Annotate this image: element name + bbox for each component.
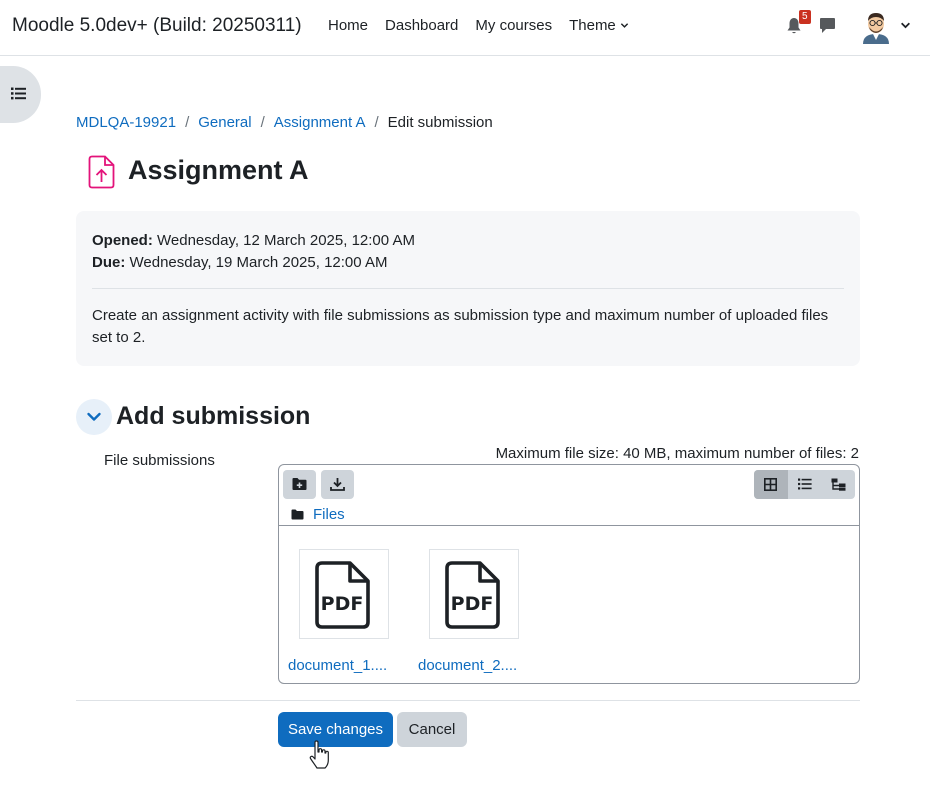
page-title: Assignment A xyxy=(128,155,309,185)
due-label: Due: xyxy=(92,254,126,271)
list-icon xyxy=(11,87,26,100)
divider xyxy=(76,700,860,701)
top-navbar: Moodle 5.0dev+ (Build: 20250311) Home Da… xyxy=(0,0,930,56)
download-all-button[interactable] xyxy=(321,470,354,499)
file-name[interactable]: document_1.... xyxy=(288,657,400,674)
nav-dashboard[interactable]: Dashboard xyxy=(385,17,458,34)
due-date: Due: Wednesday, 19 March 2025, 12:00 AM xyxy=(92,252,415,274)
add-file-button[interactable] xyxy=(283,470,316,499)
file-thumbnail[interactable]: PDF xyxy=(299,549,389,639)
avatar[interactable] xyxy=(861,10,891,44)
view-details-button[interactable] xyxy=(788,470,822,499)
breadcrumb-separator: / xyxy=(374,114,379,131)
view-tree-button[interactable] xyxy=(821,470,855,499)
nav-theme[interactable]: Theme xyxy=(569,17,629,34)
file-item[interactable]: PDF document_2.... xyxy=(418,549,519,674)
path-files-link[interactable]: Files xyxy=(313,506,345,523)
file-item[interactable]: PDF document_1.... xyxy=(288,549,389,674)
divider xyxy=(279,525,859,526)
folder-add-icon xyxy=(292,478,307,490)
grid-icon xyxy=(764,478,777,491)
notification-count-badge: 5 xyxy=(799,10,811,24)
course-index-toggle[interactable] xyxy=(0,66,41,123)
breadcrumb-section[interactable]: General xyxy=(198,114,251,131)
nav-my-courses[interactable]: My courses xyxy=(475,17,552,34)
folder-tree-icon xyxy=(831,478,846,491)
breadcrumb-course[interactable]: MDLQA-19921 xyxy=(76,114,176,131)
file-limits-text: Maximum file size: 40 MB, maximum number… xyxy=(495,445,859,462)
chevron-down-icon xyxy=(87,412,101,421)
pdf-file-icon: PDF xyxy=(315,561,370,629)
chat-icon[interactable] xyxy=(819,17,836,34)
activity-information: Opened: Wednesday, 12 March 2025, 12:00 … xyxy=(76,211,860,366)
save-changes-button[interactable]: Save changes xyxy=(278,712,393,747)
breadcrumb: MDLQA-19921 / General / Assignment A / E… xyxy=(76,114,493,131)
file-manager: Files PDF document_1.... PDF document_2.… xyxy=(278,464,860,684)
nav-home[interactable]: Home xyxy=(328,17,368,34)
section-collapse-button[interactable] xyxy=(76,399,112,435)
opened-label: Opened: xyxy=(92,232,153,249)
view-icons-button[interactable] xyxy=(754,470,788,499)
nav-theme-label: Theme xyxy=(569,17,616,34)
activity-dates: Opened: Wednesday, 12 March 2025, 12:00 … xyxy=(92,230,415,274)
pdf-file-icon: PDF xyxy=(445,561,500,629)
file-submissions-label: File submissions xyxy=(104,452,215,469)
file-path: Files xyxy=(291,506,345,523)
assignment-upload-icon xyxy=(88,155,115,189)
breadcrumb-separator: / xyxy=(260,114,265,131)
view-mode-toggle xyxy=(754,470,855,499)
cancel-button[interactable]: Cancel xyxy=(397,712,467,747)
pdf-label: PDF xyxy=(451,593,494,615)
breadcrumb-separator: / xyxy=(185,114,190,131)
breadcrumb-activity[interactable]: Assignment A xyxy=(274,114,366,131)
due-value: Wednesday, 19 March 2025, 12:00 AM xyxy=(129,254,388,271)
primary-navigation: Home Dashboard My courses Theme xyxy=(328,17,646,34)
breadcrumb-current: Edit submission xyxy=(387,114,493,131)
site-name[interactable]: Moodle 5.0dev+ (Build: 20250311) xyxy=(12,15,302,37)
chevron-down-icon[interactable] xyxy=(900,20,911,31)
download-icon xyxy=(330,478,345,491)
opened-date: Opened: Wednesday, 12 March 2025, 12:00 … xyxy=(92,230,415,252)
file-name[interactable]: document_2.... xyxy=(418,657,530,674)
divider xyxy=(92,288,844,289)
hand-cursor-icon xyxy=(309,740,329,769)
activity-description: Create an assignment activity with file … xyxy=(92,307,829,346)
file-thumbnail[interactable]: PDF xyxy=(429,549,519,639)
section-title[interactable]: Add submission xyxy=(116,402,310,431)
pdf-label: PDF xyxy=(321,593,364,615)
list-icon xyxy=(798,478,812,490)
folder-icon xyxy=(291,509,304,520)
chevron-down-icon xyxy=(620,23,628,28)
opened-value: Wednesday, 12 March 2025, 12:00 AM xyxy=(157,232,415,249)
